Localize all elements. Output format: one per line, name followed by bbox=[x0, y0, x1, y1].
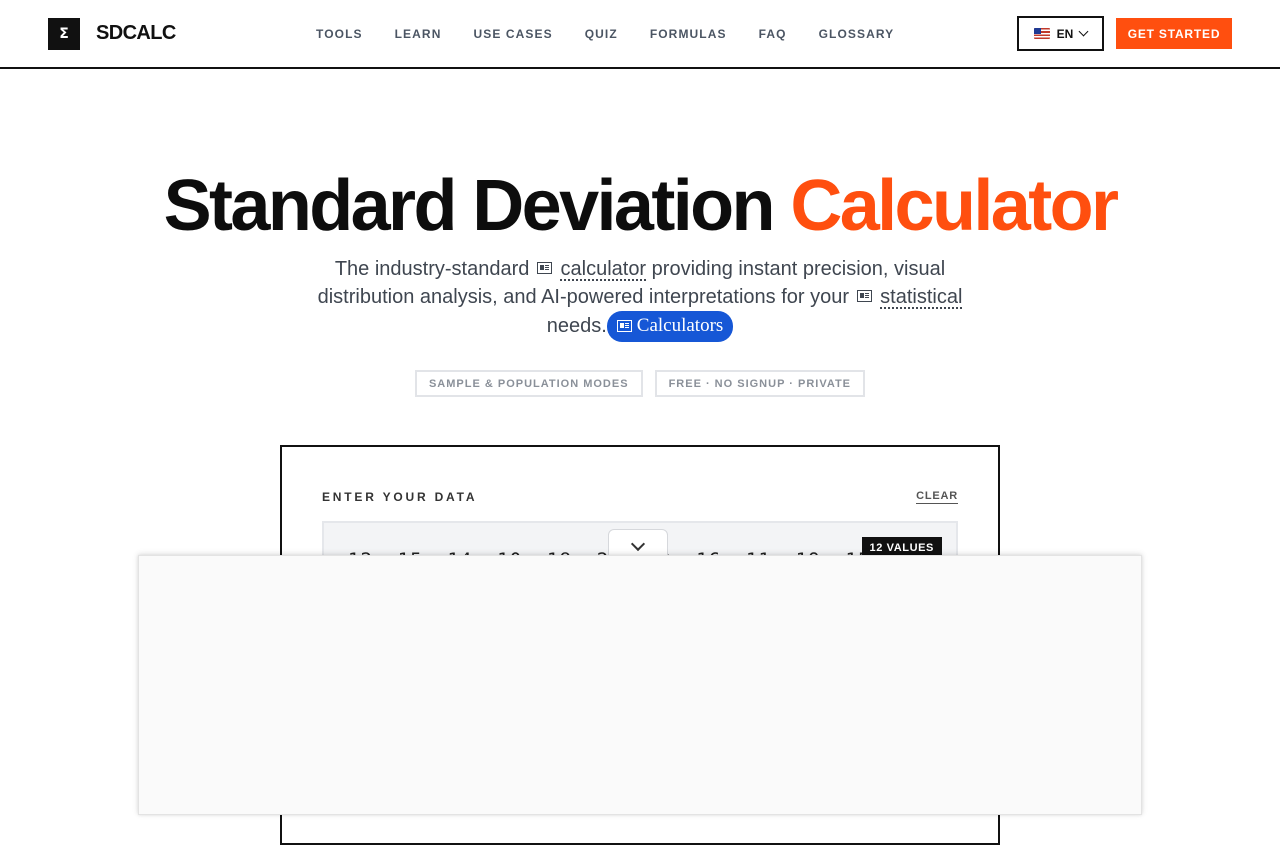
document-icon bbox=[536, 262, 552, 274]
logo-sigma-icon[interactable]: Σ bbox=[48, 18, 80, 50]
tag-modes: SAMPLE & POPULATION MODES bbox=[414, 370, 643, 397]
hero-subtitle: The industry-standard calculator providi… bbox=[310, 255, 970, 342]
nav-quiz[interactable]: QUIZ bbox=[585, 27, 618, 41]
language-selector[interactable]: EN bbox=[1017, 16, 1104, 51]
language-label: EN bbox=[1056, 26, 1074, 41]
data-input-label: ENTER YOUR DATA bbox=[322, 490, 478, 504]
calculator-term-link[interactable]: calculator bbox=[561, 258, 647, 280]
calculators-pill-label: Calculators bbox=[636, 315, 724, 336]
chevron-down-icon bbox=[630, 536, 646, 552]
document-icon bbox=[616, 320, 632, 332]
nav-learn[interactable]: LEARN bbox=[395, 27, 442, 41]
feature-tags: SAMPLE & POPULATION MODES FREE · NO SIGN… bbox=[0, 370, 1280, 397]
site-header: Σ SDCALC TOOLS LEARN USE CASES QUIZ FORM… bbox=[0, 0, 1280, 69]
chevron-down-icon bbox=[1078, 26, 1089, 37]
calculators-pill[interactable]: Calculators bbox=[606, 311, 734, 342]
clear-button[interactable]: CLEAR bbox=[916, 490, 958, 504]
page-title: Standard Deviation Calculator bbox=[0, 166, 1280, 246]
title-main: Standard Deviation bbox=[163, 166, 776, 246]
main-nav: TOOLS LEARN USE CASES QUIZ FORMULAS FAQ … bbox=[300, 27, 926, 41]
nav-use-cases[interactable]: USE CASES bbox=[473, 27, 552, 41]
nav-faq[interactable]: FAQ bbox=[759, 27, 787, 41]
tag-free: FREE · NO SIGNUP · PRIVATE bbox=[654, 370, 866, 397]
subtitle-part-3: needs. bbox=[546, 315, 607, 337]
subtitle-part-1: The industry-standard bbox=[334, 258, 530, 280]
get-started-button[interactable]: GET STARTED bbox=[1116, 18, 1232, 49]
nav-formulas[interactable]: FORMULAS bbox=[650, 27, 727, 41]
bottom-overlay-panel bbox=[138, 555, 1142, 815]
document-icon bbox=[856, 290, 872, 302]
title-accent: Calculator bbox=[790, 166, 1119, 246]
logo-text[interactable]: SDCALC bbox=[96, 22, 176, 45]
statistical-term-link[interactable]: statistical bbox=[880, 286, 962, 308]
nav-glossary[interactable]: GLOSSARY bbox=[819, 27, 895, 41]
nav-tools[interactable]: TOOLS bbox=[316, 27, 363, 41]
us-flag-icon bbox=[1033, 28, 1050, 39]
